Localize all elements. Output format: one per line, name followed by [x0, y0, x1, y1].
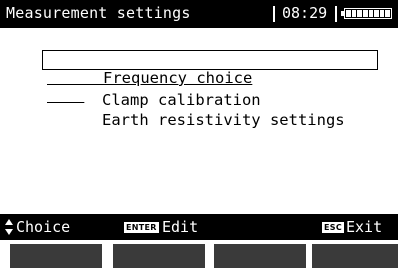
softkey-1[interactable] [10, 244, 102, 268]
softkey-3[interactable] [214, 244, 306, 268]
title-bar: Measurement settings 08:29 [0, 0, 398, 28]
title-separator [273, 6, 275, 22]
enter-key-icon: ENTER [124, 222, 159, 233]
battery-full-icon [341, 8, 392, 19]
device-screen: Measurement settings 08:29 Frequency cho… [0, 0, 398, 268]
up-down-arrows-icon [5, 219, 13, 235]
choice-hint: Choice [16, 218, 71, 236]
menu-item-label: Frequency choice [103, 69, 253, 87]
clock-separator [335, 6, 337, 22]
exit-hint: Exit [346, 218, 383, 236]
softkey-4[interactable] [312, 244, 398, 268]
key-hint-bar: Choice ENTER Edit ESC Exit [0, 214, 398, 240]
softkey-row [0, 240, 398, 268]
menu-item-frequency-choice[interactable]: Frequency choice [42, 50, 378, 87]
screen-title: Measurement settings [6, 4, 191, 22]
clock: 08:29 [282, 4, 328, 22]
esc-key-icon: ESC [322, 222, 344, 233]
edit-hint: Edit [162, 218, 199, 236]
menu-item-label: Earth resistivity settings [102, 111, 345, 129]
settings-menu: Frequency choice Clamp calibration Earth… [42, 50, 378, 129]
menu-item-label: Clamp calibration [102, 91, 261, 109]
softkey-2[interactable] [113, 244, 205, 268]
